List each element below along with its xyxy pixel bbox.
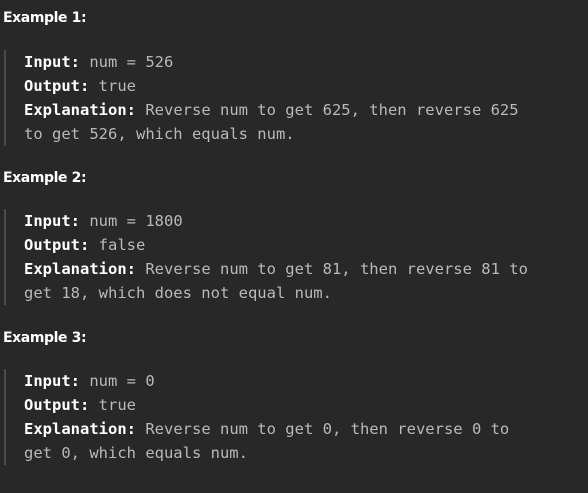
example-2-heading: Example 2: [3,170,87,186]
explanation-text-line1: Reverse num to get 0, then reverse 0 to [145,420,510,438]
input-value: num = 1800 [89,212,183,230]
explanation-text-line1: Reverse num to get 81, then reverse 81 t… [145,260,528,278]
example-3-heading: Example 3: [3,330,87,346]
explanation-label: Explanation: [24,420,136,438]
input-label: Input: [24,212,80,230]
example-2-block: Input: num = 1800 Output: false Explanat… [4,209,580,305]
example-2-input-line: Input: num = 1800 [24,209,580,233]
explanation-text-line2: get 0, which equals num. [24,444,248,462]
explanation-label: Explanation: [24,260,136,278]
explanation-text-line1: Reverse num to get 625, then reverse 625 [145,101,519,119]
example-3-output-line: Output: true [24,393,580,417]
explanation-text-line2: to get 526, which equals num. [24,125,295,143]
input-value: num = 526 [89,53,174,71]
example-1-heading: Example 1: [3,10,87,26]
output-label: Output: [24,396,90,414]
output-value: false [98,236,146,254]
example-1-explanation-line: Explanation: Reverse num to get 625, the… [24,98,580,122]
example-1-block: Input: num = 526 Output: true Explanatio… [4,50,580,146]
input-value: num = 0 [89,372,155,390]
output-label: Output: [24,77,90,95]
example-3-block: Input: num = 0 Output: true Explanation:… [4,369,580,465]
explanation-text-line2: get 18, which does not equal num. [24,284,332,302]
example-3-explanation-line: Explanation: Reverse num to get 0, then … [24,417,580,441]
input-label: Input: [24,53,80,71]
explanation-label: Explanation: [24,101,136,119]
output-label: Output: [24,236,90,254]
output-value: true [98,396,136,414]
output-value: true [98,77,136,95]
input-label: Input: [24,372,80,390]
example-2-explanation-line: Explanation: Reverse num to get 81, then… [24,257,580,281]
example-1-output-line: Output: true [24,74,580,98]
example-1-input-line: Input: num = 526 [24,50,580,74]
example-2-output-line: Output: false [24,233,580,257]
example-3-input-line: Input: num = 0 [24,369,580,393]
